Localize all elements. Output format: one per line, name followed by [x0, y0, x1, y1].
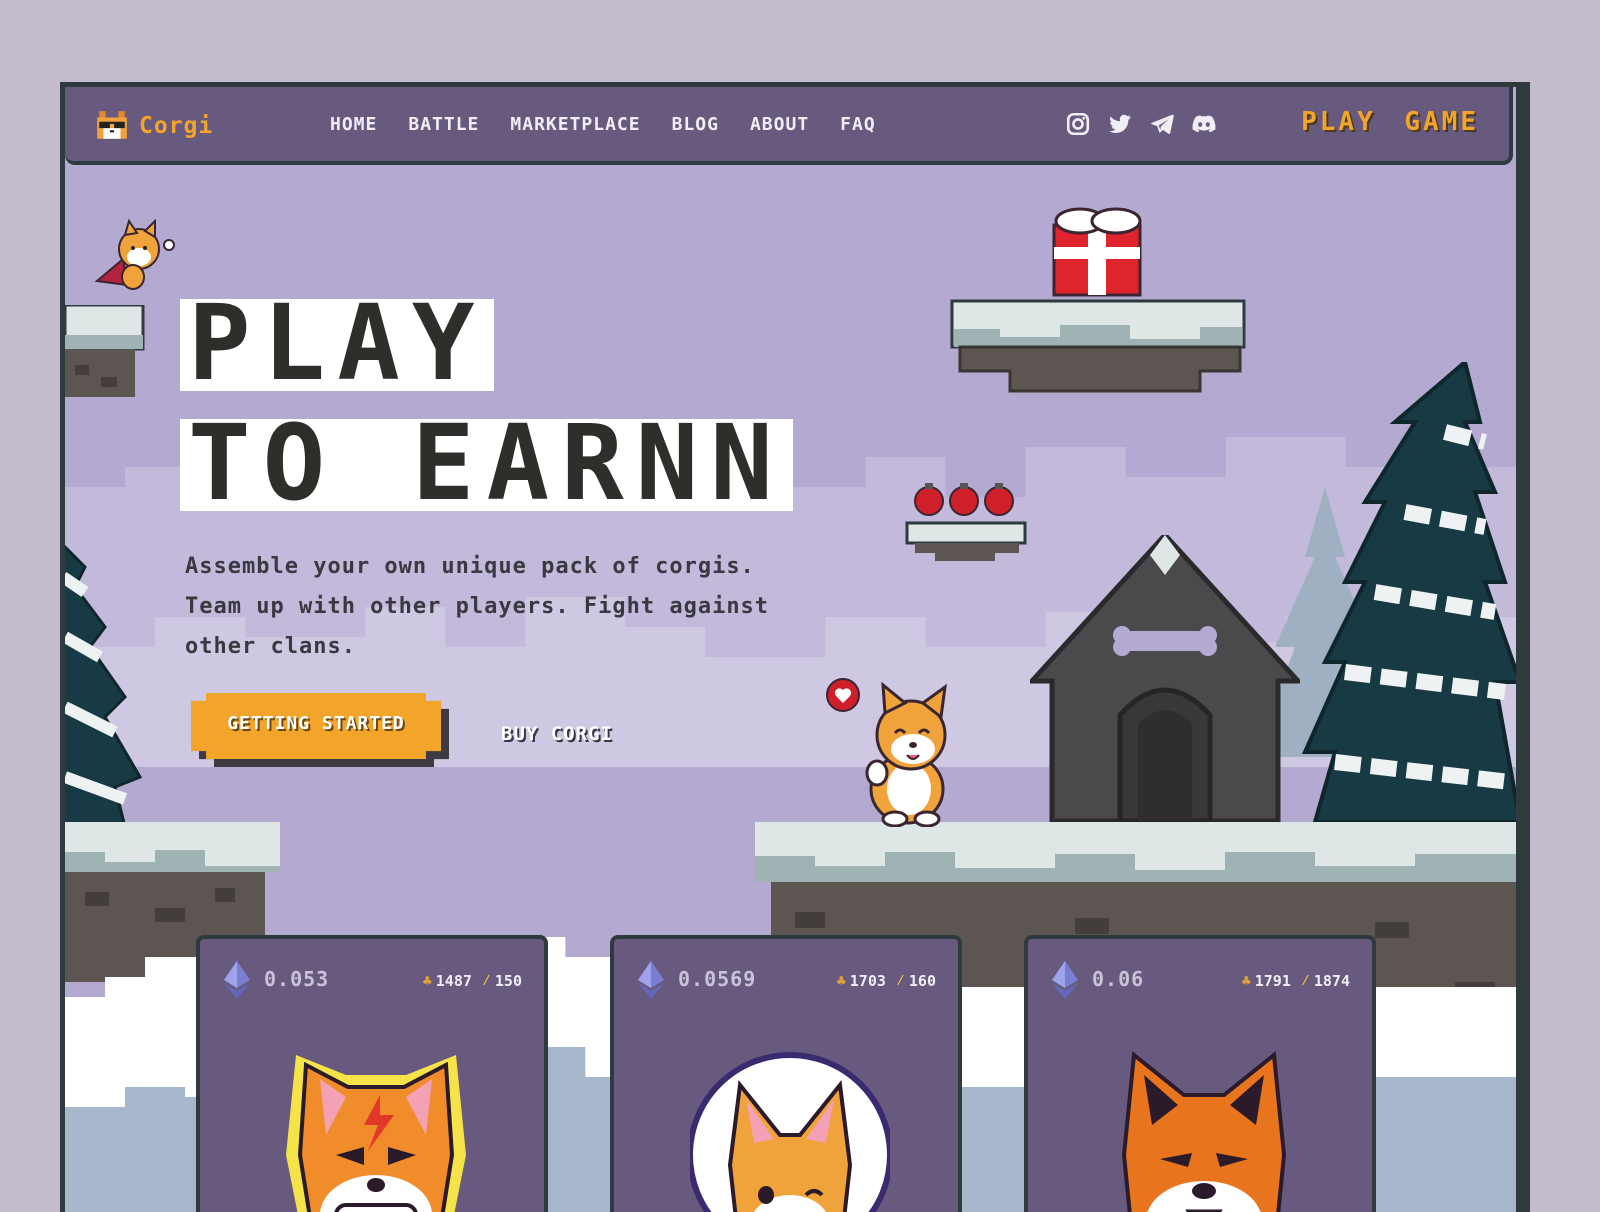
energy-icon: ⁄ — [1300, 971, 1310, 989]
card-price: 0.06 — [1092, 967, 1145, 991]
energy-count: 1874 — [1313, 971, 1350, 990]
telegram-icon[interactable] — [1149, 111, 1175, 137]
ethereum-icon — [1052, 961, 1078, 999]
card-price: 0.0569 — [678, 967, 757, 991]
corgi-avatar-astronaut — [690, 1052, 890, 1212]
hero-title-line-2: TO EARNN — [180, 411, 793, 515]
top-navbar: Corgi HOME BATTLE MARKETPLACE BLOG ABOUT… — [65, 87, 1513, 165]
food-count: 1703 — [849, 971, 886, 990]
floating-platform-gift — [950, 207, 1246, 393]
energy-icon: ⁄ — [481, 971, 491, 989]
corgi-avatar-lightning — [286, 1055, 466, 1212]
buy-corgi-button[interactable]: BUY CORGI — [501, 723, 613, 745]
food-icon: ♣ — [836, 971, 846, 990]
ethereum-icon — [224, 961, 250, 999]
getting-started-label: GETTING STARTED — [227, 713, 405, 734]
ethereum-icon — [638, 961, 664, 999]
energy-icon: ⁄ — [895, 971, 905, 989]
brand-logo[interactable]: Corgi — [95, 109, 213, 143]
discord-icon[interactable] — [1191, 111, 1217, 137]
brand-name: Corgi — [139, 113, 214, 139]
flying-corgi-sprite — [94, 219, 175, 290]
nav-faq[interactable]: FAQ — [840, 114, 876, 135]
app-frame: Corgi HOME BATTLE MARKETPLACE BLOG ABOUT… — [60, 82, 1530, 1212]
dog-house — [1030, 535, 1300, 824]
card-stats: ♣ 1487 ⁄ 150 — [423, 971, 522, 990]
nav-battle[interactable]: BATTLE — [408, 114, 479, 135]
card-stats: ♣ 1703 ⁄ 160 — [837, 971, 936, 990]
food-count: 1487 — [435, 971, 472, 990]
nav-home[interactable]: HOME — [330, 114, 377, 135]
waving-corgi-sprite — [826, 678, 947, 827]
hero-title-line-1: PLAY — [180, 291, 495, 395]
food-icon: ♣ — [1241, 971, 1251, 990]
nft-card-2[interactable]: 0.0569 ♣ 1703 ⁄ 160 — [610, 935, 962, 1212]
main-nav: HOME BATTLE MARKETPLACE BLOG ABOUT FAQ — [330, 114, 876, 135]
snow-ledge-left — [65, 305, 145, 397]
hero-description: Assemble your own unique pack of corgis.… — [185, 554, 770, 659]
food-icon: ♣ — [422, 971, 432, 990]
card-price: 0.053 — [264, 967, 330, 991]
twitter-icon[interactable] — [1107, 111, 1133, 137]
nav-blog[interactable]: BLOG — [672, 114, 719, 135]
snowy-pine-tree — [1301, 362, 1516, 824]
nft-card-1[interactable]: 0.053 ♣ 1487 ⁄ 150 — [196, 935, 548, 1212]
energy-count: 160 — [908, 971, 936, 990]
corgi-avatar-angry — [1121, 1051, 1287, 1212]
energy-count: 150 — [494, 971, 522, 990]
play-game-button[interactable]: PLAY GAME — [1301, 107, 1479, 137]
nav-about[interactable]: ABOUT — [750, 114, 809, 135]
card-stats: ♣ 1791 ⁄ 1874 — [1242, 971, 1350, 990]
getting-started-button[interactable]: GETTING STARTED — [191, 693, 449, 767]
social-links — [1065, 111, 1217, 137]
nav-marketplace[interactable]: MARKETPLACE — [510, 114, 640, 135]
ornament-platform — [905, 483, 1027, 561]
instagram-icon[interactable] — [1065, 111, 1091, 137]
food-count: 1791 — [1254, 971, 1291, 990]
corgi-sunglasses-icon — [97, 111, 127, 139]
pine-tree-left — [65, 544, 143, 829]
nft-card-3[interactable]: 0.06 ♣ 1791 ⁄ 1874 — [1024, 935, 1376, 1212]
